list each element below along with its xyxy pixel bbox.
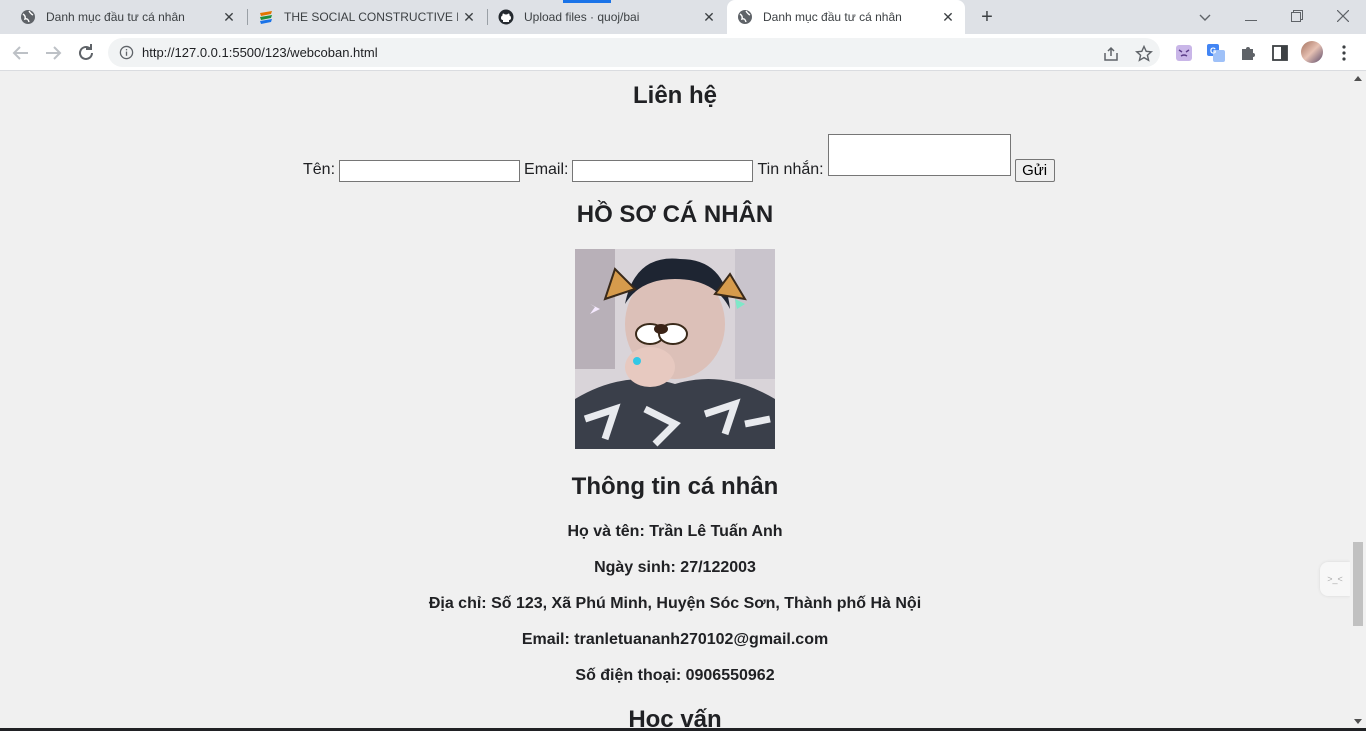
info-email: Email: tranletuananh270102@gmail.com — [521, 631, 829, 648]
info-birthdate: Ngày sinh: 27/122003 — [594, 559, 756, 576]
restore-button[interactable] — [1286, 6, 1308, 28]
minimize-icon — [1245, 20, 1257, 21]
scrollbar-thumb[interactable] — [1353, 542, 1363, 626]
extension-face-icon[interactable] — [1174, 43, 1194, 63]
back-arrow-icon[interactable] — [9, 41, 33, 65]
tab-strip: Danh mục đầu tư cá nhân ✕ THE SOCIAL CON… — [0, 0, 1366, 34]
side-panel-icon[interactable] — [1270, 43, 1290, 63]
info-fullname: Họ và tên: Trần Lê Tuấn Anh — [567, 523, 783, 540]
message-textarea[interactable] — [827, 134, 1011, 176]
profile-photo — [575, 249, 775, 449]
submit-button[interactable]: Gửi — [1014, 159, 1055, 182]
name-label: Tên: — [303, 161, 336, 178]
scroll-up-arrow-icon[interactable] — [1354, 76, 1362, 81]
layers-logo-icon — [260, 11, 272, 24]
tab-search-icon[interactable] — [1194, 6, 1216, 28]
restore-icon — [1291, 10, 1303, 22]
globe-icon — [738, 10, 752, 24]
info-icon[interactable] — [119, 45, 134, 60]
url-text: http://127.0.0.1:5500/123/webcoban.html — [142, 45, 378, 60]
new-tab-button[interactable]: + — [976, 7, 998, 29]
more-menu-icon[interactable] — [1334, 43, 1354, 63]
info-phone: Số điện thoại: 0906550962 — [575, 667, 775, 684]
chevron-down-icon — [1199, 14, 1211, 21]
tab-1[interactable]: Danh mục đầu tư cá nhân ✕ — [0, 0, 246, 34]
profile-avatar[interactable] — [1301, 41, 1323, 63]
close-tab-icon[interactable]: ✕ — [462, 10, 476, 24]
address-bar[interactable]: http://127.0.0.1:5500/123/webcoban.html — [108, 38, 1160, 67]
email-label: Email: — [524, 161, 569, 178]
profile-heading: HỒ SƠ CÁ NHÂN — [576, 201, 774, 228]
close-tab-icon[interactable]: ✕ — [702, 10, 716, 24]
tab-3[interactable]: Upload files · quoj/bai ✕ — [488, 0, 726, 34]
page-viewport: Liên hệ Tên: Email: Tin nhắn: Gửi HỒ SƠ … — [0, 72, 1350, 728]
tab-2[interactable]: THE SOCIAL CONSTRUCTIVE LEA ✕ — [248, 0, 486, 34]
vertical-scrollbar[interactable] — [1350, 72, 1366, 728]
close-window-button[interactable] — [1332, 6, 1354, 28]
github-icon — [498, 9, 514, 25]
reload-icon[interactable] — [74, 41, 98, 65]
close-tab-icon[interactable]: ✕ — [941, 10, 955, 24]
svg-text:G: G — [1210, 47, 1216, 56]
close-tab-icon[interactable]: ✕ — [222, 10, 236, 24]
info-address: Địa chỉ: Số 123, Xã Phú Minh, Huyện Sóc … — [428, 595, 922, 612]
education-heading: Học vấn — [628, 706, 722, 728]
contact-form: Tên: Email: Tin nhắn: Gửi — [303, 132, 1055, 182]
browser-toolbar: http://127.0.0.1:5500/123/webcoban.html … — [0, 34, 1366, 71]
message-label: Tin nhắn: — [757, 161, 824, 178]
tab-title: Upload files · quoj/bai — [524, 10, 640, 24]
tab-4-active[interactable]: Danh mục đầu tư cá nhân ✕ — [727, 0, 965, 34]
close-icon — [1336, 9, 1350, 23]
share-icon[interactable] — [1102, 45, 1120, 63]
forward-arrow-icon[interactable] — [41, 41, 65, 65]
name-input[interactable] — [339, 160, 521, 182]
personal-info-heading: Thông tin cá nhân — [571, 473, 779, 500]
translate-icon[interactable]: G — [1206, 43, 1226, 63]
tab-title: Danh mục đầu tư cá nhân — [763, 10, 902, 24]
tab-title: Danh mục đầu tư cá nhân — [46, 10, 185, 24]
floating-extension-widget[interactable]: >_< — [1320, 562, 1350, 596]
puzzle-extensions-icon[interactable] — [1238, 43, 1258, 63]
globe-icon — [21, 10, 35, 24]
email-input[interactable] — [572, 160, 754, 182]
tab-title: THE SOCIAL CONSTRUCTIVE LEA — [284, 10, 458, 24]
bookmark-star-icon[interactable] — [1135, 45, 1153, 63]
contact-heading: Liên hệ — [632, 82, 717, 109]
scroll-down-arrow-icon[interactable] — [1354, 719, 1362, 724]
minimize-button[interactable] — [1240, 6, 1262, 28]
